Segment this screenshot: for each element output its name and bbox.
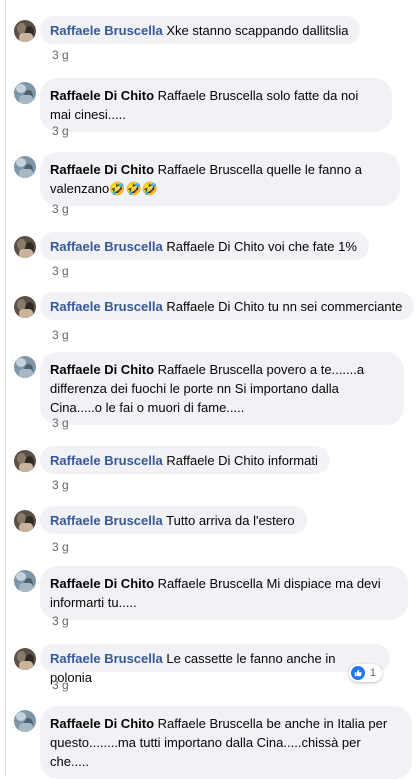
comment-time[interactable]: 3 g: [52, 678, 69, 692]
comment-author[interactable]: Raffaele Bruscella: [50, 239, 163, 254]
comment-bubble: Raffaele Di Chito Raffaele Bruscella be …: [40, 706, 412, 779]
reaction-count: 1: [369, 666, 376, 679]
comment-bubble: Raffaele Bruscella Le cassette le fanno …: [40, 644, 390, 685]
comment-time[interactable]: 3 g: [52, 416, 69, 430]
comment-time[interactable]: 3 g: [52, 328, 69, 342]
comment-bubble: Raffaele Bruscella Raffaele Di Chito inf…: [40, 446, 330, 474]
comment-time[interactable]: 3 g: [52, 124, 69, 138]
comment-author[interactable]: Raffaele Di Chito: [50, 362, 154, 377]
comment-time[interactable]: 3 g: [52, 614, 69, 628]
comment-text: Tutto arriva da l'estero: [166, 513, 295, 528]
comment-bubble: Raffaele Bruscella Raffaele Di Chito voi…: [40, 232, 369, 260]
comment-author[interactable]: Raffaele Di Chito: [50, 716, 154, 731]
avatar[interactable]: [14, 156, 36, 178]
thread-line: [5, 0, 6, 776]
avatar[interactable]: [14, 648, 36, 670]
comment-text: Raffaele Di Chito voi che fate 1%: [166, 239, 357, 254]
laughing-emoji-icon: 🤣🤣🤣: [109, 181, 158, 196]
avatar[interactable]: [14, 236, 36, 258]
comment-bubble: Raffaele Bruscella Tutto arriva da l'est…: [40, 506, 307, 534]
comment-author[interactable]: Raffaele Bruscella: [50, 651, 163, 666]
comment-time[interactable]: 3 g: [52, 264, 69, 278]
comment-bubble: Raffaele Di Chito Raffaele Bruscella que…: [40, 152, 400, 206]
comment-author[interactable]: Raffaele Di Chito: [50, 162, 154, 177]
avatar[interactable]: [14, 296, 36, 318]
comment-time[interactable]: 3 g: [52, 202, 69, 216]
comment-text: Raffaele Di Chito informati: [166, 453, 318, 468]
comment-bubble: Raffaele Bruscella Raffaele Di Chito tu …: [40, 292, 415, 320]
comment-bubble: Raffaele Bruscella Xke stanno scappando …: [40, 16, 361, 44]
avatar[interactable]: [14, 450, 36, 472]
comment-author[interactable]: Raffaele Bruscella: [50, 299, 163, 314]
comment-time[interactable]: 3 g: [52, 540, 69, 554]
comment-author[interactable]: Raffaele Bruscella: [50, 513, 163, 528]
comment-text: Raffaele Di Chito tu nn sei commerciante: [166, 299, 403, 314]
reaction-summary[interactable]: 1: [348, 664, 382, 682]
avatar[interactable]: [14, 570, 36, 592]
avatar[interactable]: [14, 710, 36, 732]
comment-bubble: Raffaele Di Chito Raffaele Bruscella Mi …: [40, 566, 408, 620]
like-icon: [350, 666, 365, 680]
avatar[interactable]: [14, 510, 36, 532]
comment-author[interactable]: Raffaele Di Chito: [50, 88, 154, 103]
avatar[interactable]: [14, 82, 36, 104]
comment-time[interactable]: 3 g: [52, 478, 69, 492]
avatar[interactable]: [14, 20, 36, 42]
comment-bubble: Raffaele Di Chito Raffaele Bruscella pov…: [40, 352, 404, 425]
comment-author[interactable]: Raffaele Bruscella: [50, 23, 163, 38]
comment-author[interactable]: Raffaele Di Chito: [50, 576, 154, 591]
avatar[interactable]: [14, 356, 36, 378]
comment-time[interactable]: 3 g: [52, 48, 69, 62]
comment-bubble: Raffaele Di Chito Raffaele Bruscella sol…: [40, 78, 392, 132]
comment-text: Xke stanno scappando dallitslia: [166, 23, 349, 38]
comment-author[interactable]: Raffaele Bruscella: [50, 453, 163, 468]
